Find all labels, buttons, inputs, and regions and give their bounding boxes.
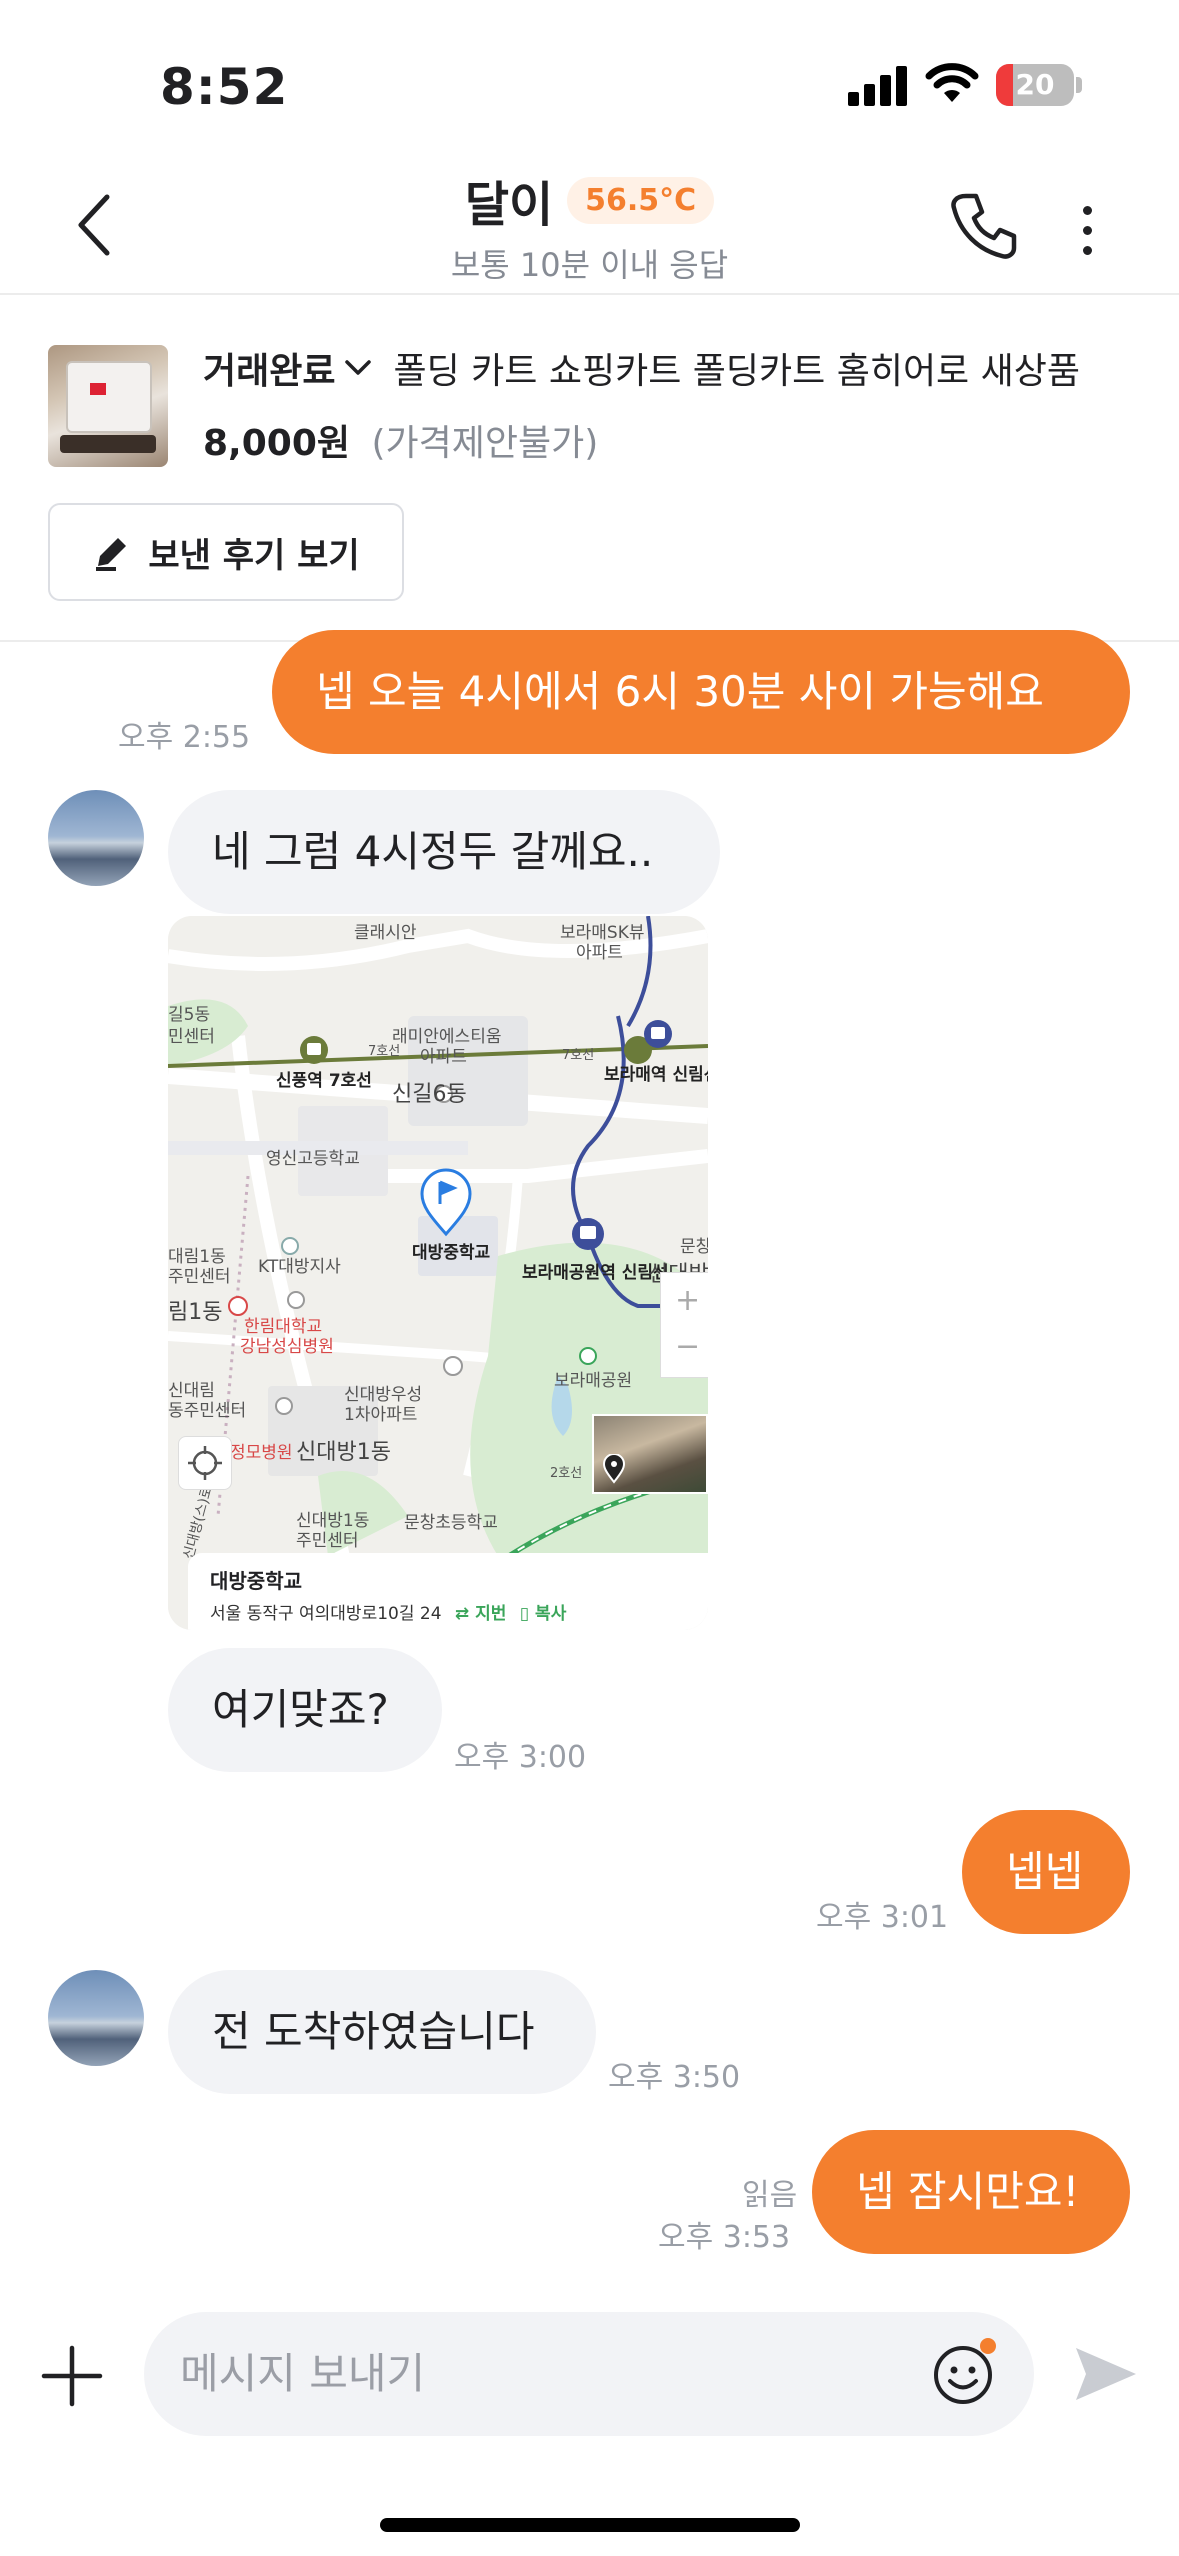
send-icon[interactable] (1072, 2340, 1140, 2408)
map-label: 2호선 (550, 1466, 583, 1481)
phone-icon[interactable] (948, 190, 1020, 262)
map-place-info: 대방중학교 서울 동작구 여의대방로10길 24 ⇄ 지번 ▯ 복사 (188, 1553, 708, 1630)
status-time: 8:52 (160, 58, 289, 116)
map-label: 아파트 (420, 1047, 467, 1067)
map-label: 강남성심병원 (240, 1337, 334, 1357)
more-options-button[interactable] (1070, 195, 1104, 265)
map-label: 동주민센터 (168, 1401, 247, 1421)
street-view-thumbnail[interactable] (592, 1414, 708, 1494)
zoom-out-icon[interactable]: − (675, 1329, 700, 1364)
map-label: 아파트 (576, 943, 623, 963)
map-label: 보라매역 신림선 (604, 1065, 708, 1085)
message-time: 오후 3:00 (454, 1740, 587, 1775)
partner-message-bubble[interactable]: 여기맞죠? (168, 1648, 442, 1772)
home-indicator (380, 2518, 800, 2532)
message-time: 오후 3:53 (658, 2220, 791, 2255)
price-note: (가격제안불가) (371, 423, 599, 464)
battery-level: 20 (1015, 68, 1055, 101)
wifi-icon (925, 63, 979, 102)
partner-avatar[interactable] (48, 1970, 144, 2066)
message-time: 오후 3:50 (608, 2060, 741, 2095)
product-price-row: 8,000원 (가격제안불가) (203, 414, 598, 466)
read-receipt: 읽음 (742, 2178, 798, 2213)
review-button-label: 보낸 후기 보기 (148, 535, 360, 576)
battery-cap (1076, 77, 1082, 93)
partner-name: 달이 (464, 177, 554, 233)
chevron-down-icon[interactable] (345, 360, 372, 376)
map-label: 정모병원 (230, 1443, 293, 1463)
map-label: 보라매공원 (554, 1371, 633, 1391)
partner-avatar[interactable] (48, 790, 144, 886)
map-label: 주민센터 (296, 1531, 359, 1551)
jibun-toggle[interactable]: ⇄ 지번 (455, 1604, 506, 1624)
place-name: 대방중학교 (210, 1569, 302, 1593)
map-label: KT대방지사 (258, 1257, 341, 1277)
product-title[interactable]: 폴딩 카트 쇼핑카트 폴딩카트 홈히어로 새상품 (393, 342, 1099, 394)
map-label: 보라매공원역 신림선 (522, 1263, 669, 1283)
map-label: 1차아파트 (344, 1405, 418, 1425)
message-input[interactable]: 메시지 보내기 (144, 2312, 1034, 2436)
place-address: 서울 동작구 여의대방로10길 24 (210, 1604, 442, 1624)
copy-address-button[interactable]: ▯ 복사 (520, 1604, 567, 1624)
map-label: 민센터 (168, 1027, 215, 1047)
map-location-card[interactable]: 클래시안 보라매SK뷰 아파트 길5동 민센터 래미안에스티움 아파트 신풍역 … (168, 916, 708, 1630)
map-label: 신길6동 (392, 1082, 467, 1107)
product-status-row: 거래완료 폴딩 카트 쇼핑카트 폴딩카트 홈히어로 새상품 (203, 342, 1099, 394)
map-label: 문창 (680, 1237, 708, 1257)
plus-icon[interactable] (38, 2342, 106, 2410)
map-label: 7호선 (562, 1048, 595, 1063)
map-label: 7호선 (368, 1044, 401, 1059)
crosshair-icon (188, 1446, 222, 1480)
sent-review-button[interactable]: 보낸 후기 보기 (48, 503, 404, 601)
my-message-bubble[interactable]: 넵 잠시만요! (812, 2130, 1130, 2254)
my-location-button[interactable] (178, 1436, 232, 1490)
map-label: 주민센터 (168, 1267, 231, 1287)
map-label: 영신고등학교 (266, 1149, 360, 1169)
trade-status-dropdown[interactable]: 거래완료 (203, 342, 335, 394)
new-badge-dot (980, 2338, 996, 2354)
partner-message-bubble[interactable]: 전 도착하였습니다 (168, 1970, 596, 2094)
product-price: 8,000원 (203, 423, 350, 464)
location-pin-icon (602, 1454, 626, 1484)
zoom-in-icon[interactable]: + (675, 1283, 700, 1318)
battery-icon: 20 (996, 64, 1074, 106)
map-zoom-control[interactable]: + − (660, 1272, 708, 1378)
my-message-bubble[interactable]: 넵 오늘 4시에서 6시 30분 사이 가능해요 (272, 630, 1130, 754)
manner-temperature-badge: 56.5°C (567, 176, 715, 224)
message-time: 오후 2:55 (118, 720, 251, 755)
message-placeholder: 메시지 보내기 (180, 2349, 426, 2398)
map-label: 대방중학교 (412, 1243, 491, 1263)
product-thumbnail[interactable] (48, 345, 168, 467)
message-time: 오후 3:01 (816, 1900, 949, 1935)
map-label: 문창초등학교 (404, 1513, 498, 1533)
partner-message-bubble[interactable]: 네 그럼 4시정두 갈께요.. (168, 790, 720, 914)
pencil-icon (96, 538, 127, 571)
map-label: 신대방1동 (296, 1440, 391, 1465)
map-label: 림1동 (168, 1300, 223, 1325)
header-divider (0, 293, 1179, 295)
cellular-signal-icon (848, 64, 908, 106)
map-label: 클래시안 (354, 923, 417, 943)
place-address-row: 서울 동작구 여의대방로10길 24 ⇄ 지번 ▯ 복사 (210, 1599, 566, 1624)
my-message-bubble[interactable]: 넵넵 (962, 1810, 1130, 1934)
map-label: 신풍역 7호선 (276, 1071, 372, 1091)
